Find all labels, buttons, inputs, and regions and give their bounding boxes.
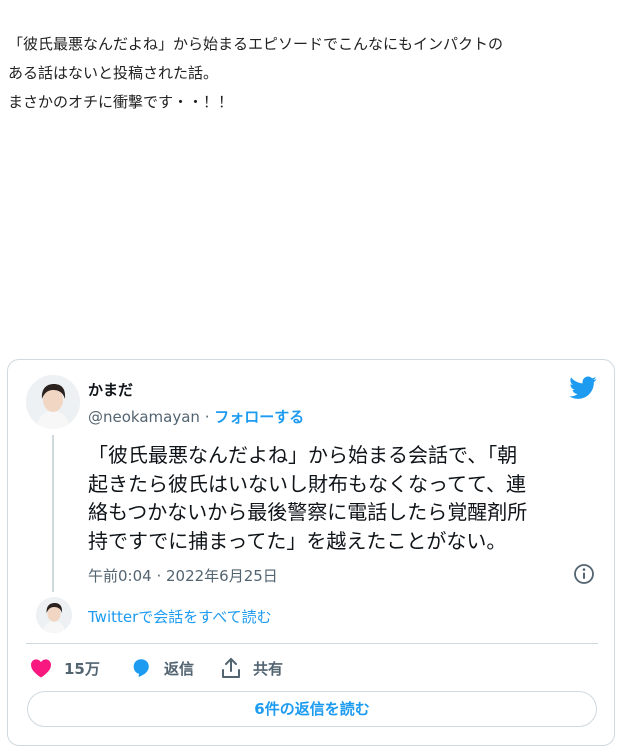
tweet-line-1: 「彼氏最悪なんだよね」から始まる会話で、「朝 bbox=[88, 443, 518, 467]
share-upload-icon bbox=[222, 658, 240, 678]
heart-icon bbox=[31, 659, 51, 678]
tweet-body: 「彼氏最悪なんだよね」から始まる会話で、「朝 起きたら彼氏はいないし財布もなくな… bbox=[88, 441, 600, 555]
reply-button[interactable]: 返信 bbox=[130, 657, 194, 679]
avatar-photo-small bbox=[36, 597, 72, 633]
tweet-line-3: 絡もつかないから最後警察に電話したら覚醒剤所 bbox=[88, 500, 528, 524]
meta-separator: · bbox=[199, 408, 215, 426]
author-meta: @neokamayan · フォローする bbox=[88, 406, 304, 427]
read-thread-link[interactable]: Twitterで会話をすべて読む bbox=[88, 606, 272, 627]
like-count: 15万 bbox=[64, 659, 100, 678]
tweet-embed-card[interactable]: かまだ @neokamayan · フォローする 「彼氏最悪なんだよね」から始ま… bbox=[7, 359, 615, 746]
author-handle[interactable]: @neokamayan bbox=[88, 408, 200, 426]
like-button[interactable]: 15万 bbox=[30, 657, 100, 679]
tweet-line-2: 起きたら彼氏はいないし財布もなくなってて、連 bbox=[88, 471, 526, 496]
avatar-photo bbox=[26, 375, 80, 429]
share-label: 共有 bbox=[253, 659, 284, 678]
tweet-timestamp[interactable]: 午前0:04 · 2022年6月25日 bbox=[88, 565, 278, 586]
read-replies-button[interactable]: 6件の返信を読む bbox=[27, 691, 597, 727]
author-avatar[interactable] bbox=[26, 375, 80, 429]
speech-bubble-icon bbox=[133, 659, 149, 677]
twitter-bird-icon[interactable] bbox=[569, 376, 597, 400]
author-name[interactable]: かまだ bbox=[88, 379, 133, 400]
article-line-2: ある話はないと投稿された話。 bbox=[8, 64, 219, 82]
info-icon[interactable] bbox=[573, 563, 595, 585]
reply-label: 返信 bbox=[164, 659, 195, 678]
thread-line bbox=[52, 435, 54, 592]
divider bbox=[26, 643, 598, 644]
tweet-line-4: 持ですでに捕まってた」を越えたことがない。 bbox=[88, 528, 507, 553]
article-text: 「彼氏最悪なんだよね」から始まるエピソードでこんなにもインパクトの ある話はない… bbox=[8, 30, 613, 117]
article-line-1: 「彼氏最悪なんだよね」から始まるエピソードでこんなにもインパクトの bbox=[8, 35, 504, 53]
article-line-3: まさかのオチに衝撃です・・！！ bbox=[8, 93, 234, 111]
share-button[interactable]: 共有 bbox=[221, 657, 283, 679]
follow-link[interactable]: フォローする bbox=[214, 408, 304, 426]
reply-avatar[interactable] bbox=[36, 597, 72, 633]
